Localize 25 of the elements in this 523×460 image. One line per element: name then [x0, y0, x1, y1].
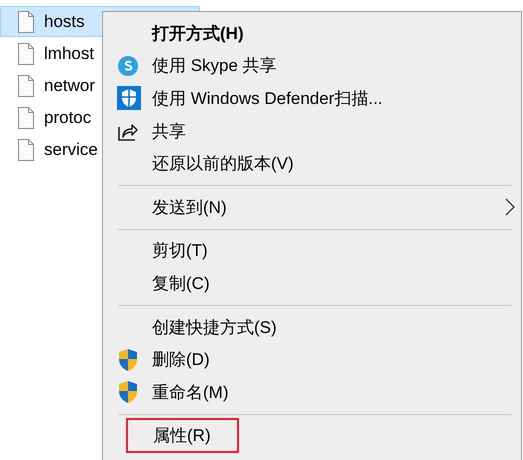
file-icon: [17, 10, 35, 32]
shield-icon: [117, 86, 141, 110]
menu-item[interactable]: 复制(C): [152, 272, 210, 295]
file-icon: [17, 138, 35, 160]
file-name: service: [44, 140, 98, 160]
menu-item[interactable]: 剪切(T): [152, 239, 208, 262]
skype-icon: [117, 54, 139, 77]
menu-item[interactable]: 属性(R): [128, 420, 237, 452]
file-icon: [17, 106, 35, 128]
file-icon: [17, 42, 35, 64]
menu-item[interactable]: 创建快捷方式(S): [152, 316, 277, 339]
menu-item[interactable]: 还原以前的版本(V): [152, 152, 294, 176]
file-name: networ: [44, 76, 96, 96]
shield-icon: [117, 380, 139, 404]
file-name: hosts: [44, 12, 85, 32]
menu-item[interactable]: 共享: [152, 120, 186, 143]
menu-item[interactable]: 发送到(N): [152, 196, 227, 219]
shield-icon: [117, 348, 139, 372]
file-name: lmhost: [44, 44, 94, 64]
menu-item[interactable]: 删除(D): [152, 348, 210, 372]
file-name: protoc: [44, 108, 92, 128]
menu-item[interactable]: 使用 Skype 共享: [152, 54, 277, 78]
menu-item[interactable]: 重命名(M): [152, 380, 228, 404]
menu-item[interactable]: 使用 Windows Defender扫描...: [152, 86, 383, 110]
file-icon: [17, 74, 35, 96]
